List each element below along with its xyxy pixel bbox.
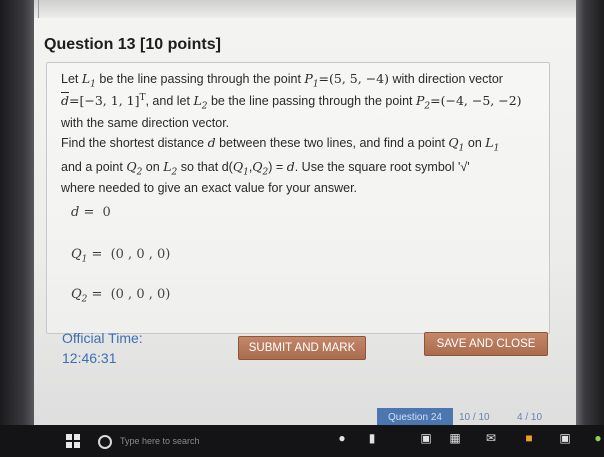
mail-icon[interactable]: ✉ [483,430,499,446]
taskbar-search-input[interactable]: Type here to search [120,436,200,446]
answer-d-row: d = 0 [71,205,111,220]
question-line-1: Let L1 be the line passing through the p… [61,71,503,90]
question-line-4: Find the shortest distance d between the… [61,135,500,154]
answer-q1-input[interactable]: (0 , 0 , 0) [111,247,171,262]
save-and-close-button[interactable]: SAVE AND CLOSE [424,332,548,356]
question-line-5: and a point Q2 on L2 so that d(Q1,Q2) = … [61,159,470,178]
windows-start-icon[interactable] [66,434,80,448]
question-body: Let L1 be the line passing through the p… [46,62,550,334]
folder-icon[interactable]: ■ [521,430,537,446]
question-line-6: where needed to give an exact value for … [61,181,358,195]
camera-icon[interactable]: ▣ [418,430,434,446]
briefcase-icon[interactable]: ▣ [557,430,573,446]
answer-q2-input[interactable]: (0 , 0 , 0) [111,287,171,302]
question-line-3: with the same direction vector. [61,116,230,130]
official-time-value: 12:46:31 [62,350,117,366]
store-icon[interactable]: ▦ [447,430,463,446]
search-icon[interactable] [98,435,112,449]
official-time-label: Official Time: [62,330,143,346]
task-view-icon[interactable]: ▮ [364,430,380,446]
question-nav-count-2: 4 / 10 [517,412,543,423]
submit-and-mark-button[interactable]: SUBMIT AND MARK [238,336,366,360]
taskbar [0,425,604,457]
question-nav-strip: Question 24 10 / 10 4 / 10 [377,406,576,425]
quiz-window: Question 13 [10 points] Let L1 be the li… [34,0,576,425]
question-nav-count-1: 10 / 10 [459,412,490,423]
question-title: Question 13 [10 points] [44,36,221,53]
microphone-icon[interactable]: ● [334,430,350,446]
question-nav-tab[interactable]: Question 24 [377,408,453,425]
photo-edge-left [0,0,34,425]
answer-q2-row: Q2 = (0 , 0 , 0) [71,287,171,305]
top-border [34,0,576,18]
app-icon[interactable]: ● [590,430,604,446]
answer-q1-row: Q1 = (0 , 0 , 0) [71,247,171,265]
question-line-2: d=[−3, 1, 1]T, and let L2 be the line pa… [61,93,522,112]
photo-edge-right [576,0,604,425]
answer-d-input[interactable]: 0 [103,205,111,220]
